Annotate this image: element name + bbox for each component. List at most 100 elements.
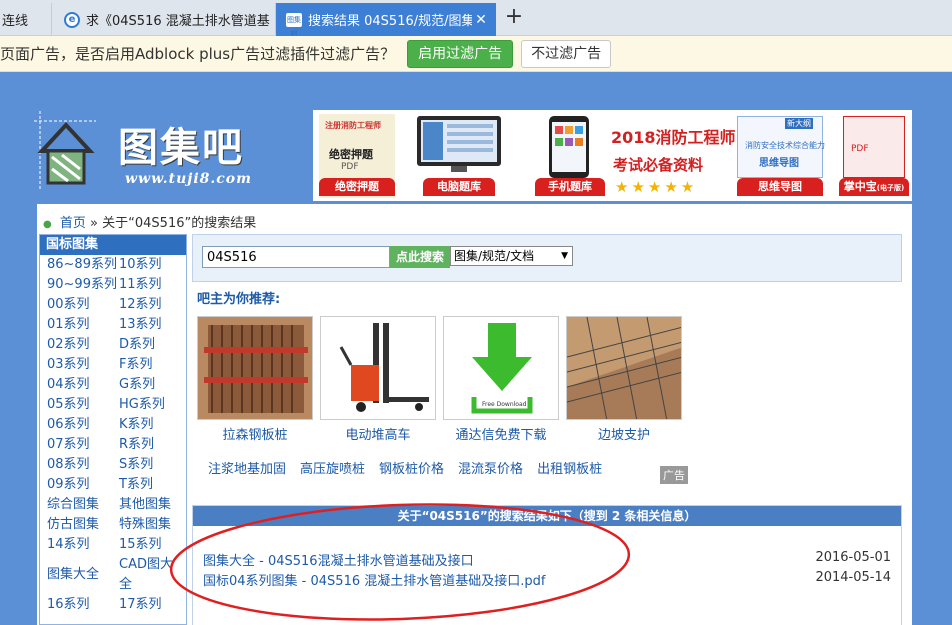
sidebar-item[interactable]: 特殊图集	[119, 515, 191, 535]
sidebar-item[interactable]: 06系列	[47, 415, 119, 435]
sidebar-item[interactable]: S系列	[119, 455, 191, 475]
recommend-title: 吧主为你推荐:	[197, 292, 281, 307]
banner-exam-secret[interactable]: 注册消防工程师 绝密押题 PDF 绝密押题	[319, 114, 395, 198]
sidebar-item[interactable]: CAD图大全	[119, 555, 177, 595]
recommend-links: 注浆地基加固 高压旋喷桩 钢板桩价格 混流泵价格 出租钢板桩	[208, 458, 616, 477]
recommend-caption[interactable]: 边坡支护	[566, 424, 682, 443]
banner-pocket-guide[interactable]: PDF 掌中宝(电子版)	[839, 114, 909, 198]
sidebar-item[interactable]: 07系列	[47, 435, 119, 455]
sidebar-item[interactable]: 14系列	[47, 535, 119, 555]
site-logo[interactable]: 图集吧 www.tuji8.com	[30, 105, 280, 201]
results-header: 关于“04S516”的搜索结果如下（搜到 2 条相关信息）	[193, 506, 901, 526]
recommend-link[interactable]: 高压旋喷桩	[300, 458, 365, 477]
recommend-link[interactable]: 注浆地基加固	[208, 458, 286, 477]
ie-e-icon: e	[64, 11, 80, 28]
sidebar-item[interactable]: 12系列	[119, 295, 191, 315]
banner-headline[interactable]: 2018消防工程师 考试必备资料 ★★★★★	[611, 114, 736, 198]
recommend-item[interactable]: 电动堆高车	[320, 316, 436, 443]
recommend-item[interactable]: Free Download 通达信免费下载	[443, 316, 559, 443]
recommend-link[interactable]: 出租钢板桩	[537, 458, 602, 477]
recommend-caption[interactable]: 通达信免费下载	[443, 424, 559, 443]
sidebar-list: 86~89系列 10系列 90~99系列 11系列 00系列 12系列 01系列…	[40, 255, 186, 615]
sheet-pile-icon	[198, 317, 312, 419]
sheet-pile-image[interactable]	[197, 316, 313, 420]
slope-support-image[interactable]	[566, 316, 682, 420]
sidebar-item[interactable]: 86~89系列	[47, 255, 119, 275]
sidebar-item[interactable]: 其他图集	[119, 495, 191, 515]
category-select-value: 图集/规范/文档	[454, 249, 535, 263]
close-icon[interactable]: ✕	[472, 12, 490, 28]
category-select[interactable]: 图集/规范/文档 ▼	[450, 246, 573, 266]
recommend-item[interactable]: 边坡支护	[566, 316, 682, 443]
ad-banner[interactable]: 注册消防工程师 绝密押题 PDF 绝密押题 电脑题库 手机题库 2018消防工程…	[313, 110, 912, 201]
ad-tag[interactable]: 广告	[660, 466, 688, 484]
banner-label: 电脑题库	[423, 178, 495, 196]
sidebar-item[interactable]: F系列	[119, 355, 191, 375]
banner-item-tag: PDF	[851, 144, 869, 154]
result-link[interactable]: 国标04系列图集 - 04S516 混凝土排水管道基础及接口.pdf	[203, 570, 545, 589]
brand-name: 图集吧	[118, 124, 244, 171]
sidebar-item[interactable]: 11系列	[119, 275, 191, 295]
sidebar-item[interactable]: 13系列	[119, 315, 191, 335]
sidebar-item[interactable]: 15系列	[119, 535, 191, 555]
sidebar-item[interactable]: 10系列	[119, 255, 191, 275]
sidebar-item[interactable]: R系列	[119, 435, 191, 455]
banner-label: 掌中宝(电子版)	[839, 178, 909, 196]
adblock-notification-bar: 页面广告，是否启用Adblock plus广告过滤插件过滤广告？ 启用过滤广告 …	[0, 36, 952, 72]
sidebar-item[interactable]: T系列	[119, 475, 191, 495]
sidebar-item[interactable]: 17系列	[119, 595, 191, 615]
sidebar-item[interactable]: 90~99系列	[47, 275, 119, 295]
banner-badge: 新大纲	[785, 118, 813, 129]
sidebar-item[interactable]: 04系列	[47, 375, 119, 395]
result-row: 国标04系列图集 - 04S516 混凝土排水管道基础及接口.pdf 2014-…	[203, 570, 891, 590]
stacker-image[interactable]	[320, 316, 436, 420]
download-image-text: Free Download	[482, 401, 527, 408]
tab-search-results[interactable]: 图集吧 搜索结果 04S516/规范/图集【 ✕	[276, 3, 496, 38]
bullet-icon: ●	[43, 219, 52, 230]
sidebar-item[interactable]: 图集大全	[47, 555, 119, 595]
search-input[interactable]	[202, 246, 390, 268]
adblock-message: 页面广告，是否启用Adblock plus广告过滤插件过滤广告？	[0, 45, 396, 63]
sidebar-item[interactable]: 03系列	[47, 355, 119, 375]
recommend-caption[interactable]: 拉森钢板桩	[197, 424, 313, 443]
sidebar-item[interactable]: 02系列	[47, 335, 119, 355]
sidebar-item[interactable]: 综合图集	[47, 495, 119, 515]
sidebar-item[interactable]: 05系列	[47, 395, 119, 415]
sidebar-item[interactable]: D系列	[119, 335, 191, 355]
sidebar-item[interactable]: K系列	[119, 415, 191, 435]
banner-mobile-questions[interactable]: 手机题库	[535, 114, 605, 198]
sidebar-item[interactable]: 仿古图集	[47, 515, 119, 535]
result-link[interactable]: 图集大全 - 04S516混凝土排水管道基础及接口	[203, 550, 474, 569]
house-logo-icon	[34, 111, 96, 191]
download-image[interactable]: Free Download	[443, 316, 559, 420]
tab-title: 连线	[2, 14, 29, 29]
banner-pc-questions[interactable]: 电脑题库	[413, 114, 505, 198]
recommend-link[interactable]: 钢板桩价格	[379, 458, 444, 477]
tab-question[interactable]: e 求《04S516 混凝土排水管道基	[52, 3, 276, 36]
banner-item-title: 注册消防工程师	[325, 121, 381, 130]
sidebar-item[interactable]: HG系列	[119, 395, 191, 415]
sidebar-item[interactable]: 16系列	[47, 595, 119, 615]
breadcrumb: ● 首页 » 关于“04S516”的搜索结果	[43, 212, 256, 231]
sidebar-item[interactable]: G系列	[119, 375, 191, 395]
disable-filter-button[interactable]: 不过滤广告	[521, 39, 612, 68]
tab-connect[interactable]: 连线	[0, 3, 52, 36]
search-results: 关于“04S516”的搜索结果如下（搜到 2 条相关信息） 图集大全 - 04S…	[192, 505, 902, 625]
recommend-item[interactable]: 拉森钢板桩	[197, 316, 313, 443]
sidebar-item[interactable]: 00系列	[47, 295, 119, 315]
breadcrumb-home-link[interactable]: 首页	[60, 216, 86, 231]
banner-mind-map[interactable]: 新大纲 消防安全技术综合能力 思维导图 思维导图	[733, 114, 827, 198]
breadcrumb-separator: »	[90, 216, 98, 231]
recommend-caption[interactable]: 电动堆高车	[320, 424, 436, 443]
sidebar-item[interactable]: 08系列	[47, 455, 119, 475]
new-tab-button[interactable]: +	[502, 6, 526, 30]
banner-item-sub: 消防安全技术综合能力	[745, 141, 825, 150]
result-date: 2016-05-01	[815, 550, 891, 565]
enable-filter-button[interactable]: 启用过滤广告	[407, 39, 514, 68]
sidebar-item[interactable]: 09系列	[47, 475, 119, 495]
site-header: 图集吧 www.tuji8.com 注册消防工程师 绝密押题 PDF 绝密押题 …	[30, 105, 912, 201]
recommend-link[interactable]: 混流泵价格	[458, 458, 523, 477]
search-button[interactable]: 点此搜索	[390, 246, 450, 268]
monitor-icon	[417, 116, 501, 172]
sidebar-item[interactable]: 01系列	[47, 315, 119, 335]
